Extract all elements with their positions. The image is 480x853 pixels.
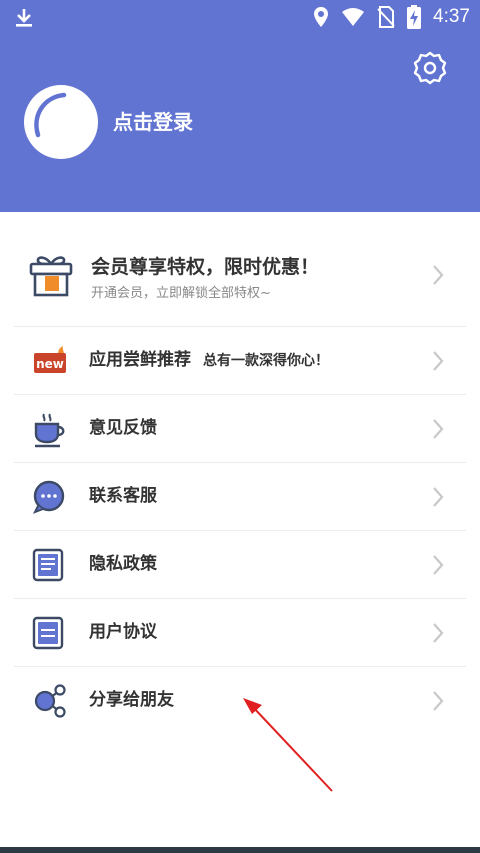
menu-item-user-agreement[interactable]: 用户协议	[14, 599, 466, 667]
chevron-right-icon	[433, 487, 444, 507]
app-recommend-label-row: 应用尝鲜推荐 总有一款深得你心！	[89, 327, 329, 394]
header-banner: 4:37 点击登录	[0, 0, 480, 212]
no-sim-icon	[377, 6, 395, 28]
login-link[interactable]: 点击登录	[113, 107, 193, 137]
menu-item-privacy-policy[interactable]: 隐私政策	[14, 531, 466, 599]
menu-item-feedback[interactable]: 意见反馈	[14, 395, 466, 463]
chevron-right-icon	[433, 623, 444, 643]
document-icon	[32, 548, 64, 582]
chevron-right-icon	[433, 351, 444, 371]
agreement-icon	[32, 616, 64, 650]
menu-item-label: 意见反馈	[89, 418, 157, 438]
menu-list: 会员尊享特权，限时优惠！ 开通会员，立即解锁全部特权~ new 应用尝鲜推荐 总有…	[14, 222, 466, 734]
share-icon	[34, 684, 66, 718]
menu-item-share[interactable]: 分享给朋友	[14, 667, 466, 734]
chevron-right-icon	[433, 691, 444, 711]
status-bar: 4:37	[0, 0, 480, 34]
gift-icon	[29, 256, 73, 297]
menu-item-label: 用户协议	[89, 622, 157, 642]
menu-item-label: 应用尝鲜推荐	[89, 350, 191, 370]
vip-title: 会员尊享特权，限时优惠！	[91, 256, 320, 278]
menu-item-label: 分享给朋友	[89, 690, 174, 710]
vip-banner-item[interactable]: 会员尊享特权，限时优惠！ 开通会员，立即解锁全部特权~	[14, 222, 466, 327]
menu-item-customer-service[interactable]: 联系客服	[14, 463, 466, 531]
chat-bubble-icon	[32, 480, 65, 514]
new-badge-icon: new	[34, 346, 66, 373]
avatar-arc-icon	[34, 92, 67, 138]
location-icon	[314, 7, 329, 27]
vip-subtitle: 开通会员，立即解锁全部特权~	[91, 286, 271, 301]
new-badge-text: new	[36, 357, 64, 371]
download-icon	[16, 9, 32, 27]
chevron-right-icon	[433, 265, 444, 285]
menu-item-sublabel: 总有一款深得你心！	[203, 353, 329, 369]
menu-item-label: 隐私政策	[89, 554, 157, 574]
chevron-right-icon	[433, 419, 444, 439]
chevron-right-icon	[433, 555, 444, 575]
coffee-cup-icon	[34, 413, 65, 448]
battery-charging-icon	[407, 5, 422, 29]
bottom-edge-bar	[0, 847, 480, 853]
avatar[interactable]	[24, 85, 98, 159]
settings-gear-icon[interactable]	[412, 50, 448, 86]
wifi-icon	[342, 8, 365, 26]
menu-item-label: 联系客服	[89, 486, 157, 506]
status-time: 4:37	[433, 6, 470, 27]
menu-item-app-recommend[interactable]: new 应用尝鲜推荐 总有一款深得你心！	[14, 327, 466, 395]
